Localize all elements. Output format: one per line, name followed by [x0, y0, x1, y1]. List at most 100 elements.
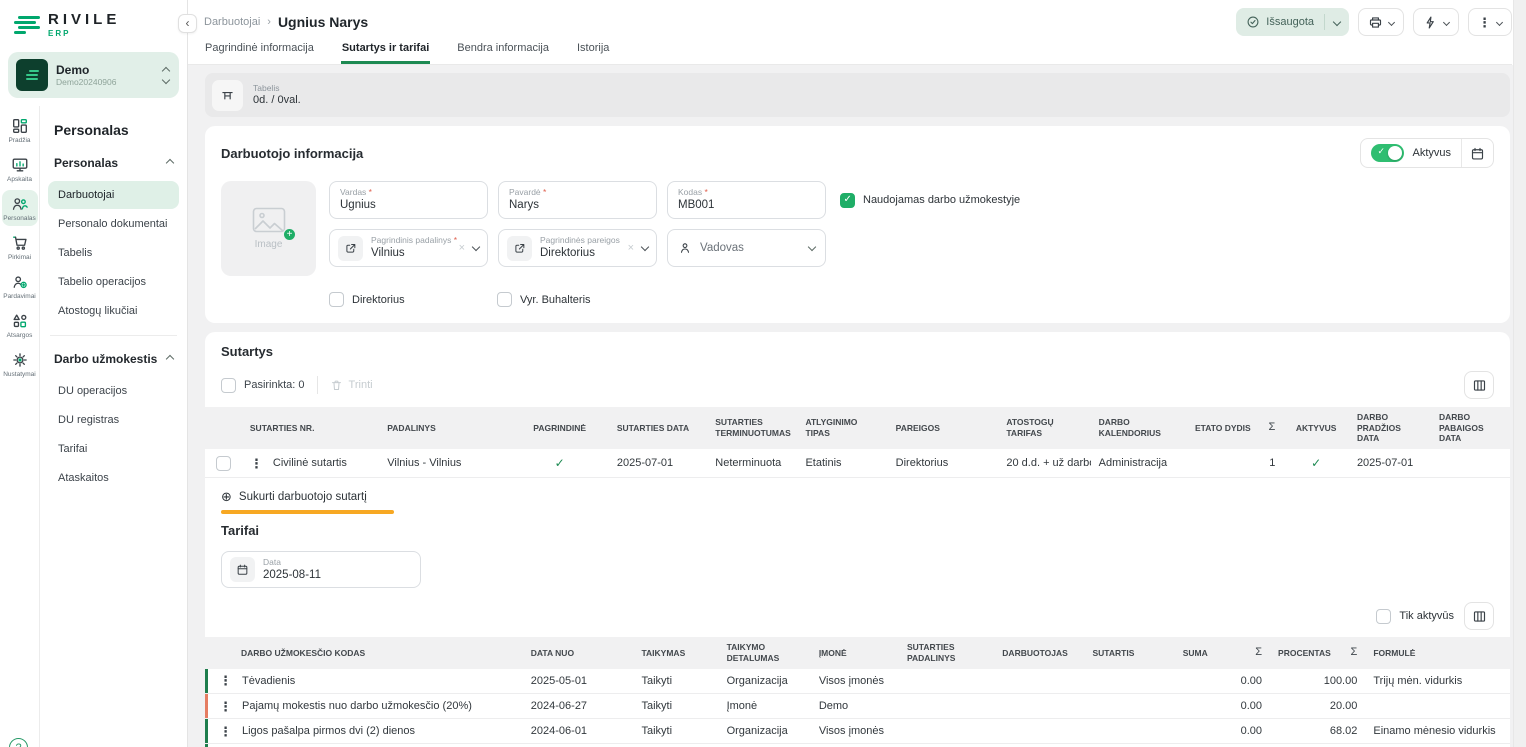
tariff-date-field[interactable]: Data 2025-08-11: [221, 551, 421, 588]
col-pareigos[interactable]: PAREIGOS: [888, 407, 999, 449]
vadovas-select[interactable]: Vadovas: [667, 229, 826, 267]
sigma-icon[interactable]: [1351, 646, 1358, 660]
col-sutarties-nr[interactable]: SUTARTIES NR.: [242, 407, 379, 449]
print-button[interactable]: [1358, 8, 1404, 36]
actions-button[interactable]: [1413, 8, 1459, 36]
col-darbo-pradzios-data[interactable]: DARBO PRADŽIOS DATA: [1349, 407, 1431, 449]
sidebar-item-atostogu-likuciai[interactable]: Atostogų likučiai: [48, 297, 179, 325]
check-icon: [555, 456, 565, 470]
col-darbo-pabaigos-data[interactable]: DARBO PABAIGOS DATA: [1431, 407, 1510, 449]
rail-item-pardavimai[interactable]: Pardavimai: [2, 268, 38, 304]
menu-section-darbo-uzmokestis[interactable]: Darbo užmokestis: [48, 348, 179, 376]
clear-icon[interactable]: [459, 242, 465, 254]
company-selector[interactable]: Demo Demo20240906: [8, 52, 179, 98]
save-options-button[interactable]: [1325, 19, 1349, 25]
sigma-icon[interactable]: [1255, 646, 1262, 660]
tariff-row[interactable]: Pajamų mokestis nuo darbo užmokesčio (20…: [205, 694, 1510, 719]
kodas-field[interactable]: Kodas MB001: [667, 181, 826, 219]
col-terminuotumas[interactable]: SUTARTIES TERMINUOTUMAS: [707, 407, 797, 449]
tariff-row[interactable]: Kasmetinės atostogos 2024-10-01 Taikyti …: [205, 744, 1510, 747]
pavarde-field[interactable]: Pavardė Narys: [498, 181, 657, 219]
rail-item-pradzia[interactable]: Pradžia: [2, 112, 38, 148]
rail-item-atsargos[interactable]: Atsargos: [2, 307, 38, 343]
pagrindinis-padalinys-field[interactable]: Pagrindinis padalinys Vilnius: [329, 229, 488, 267]
sidebar-item-personalo-dokumentai[interactable]: Personalo dokumentai: [48, 210, 179, 238]
calendar-icon[interactable]: [230, 557, 255, 582]
col-atostogu-tarifas[interactable]: ATOSTOGŲ TARIFAS: [998, 407, 1090, 449]
external-link-icon[interactable]: [338, 236, 363, 261]
sidebar-item-darbuotojai[interactable]: Darbuotojai: [48, 181, 179, 209]
col-atlyginimo-tipas[interactable]: ATLYGINIMO TIPAS: [797, 407, 887, 449]
tab-bendra-informacija[interactable]: Bendra informacija: [456, 40, 550, 64]
sidebar-item-tabelis[interactable]: Tabelis: [48, 239, 179, 267]
sidebar-collapse-button[interactable]: ‹: [178, 14, 197, 33]
row-checkbox[interactable]: [216, 456, 231, 471]
checkbox-checked-icon: [840, 193, 855, 208]
col-procentas[interactable]: PROCENTAS: [1270, 637, 1365, 668]
add-photo-icon: [283, 228, 296, 241]
history-calendar-button[interactable]: [1462, 146, 1493, 161]
row-menu-icon[interactable]: [219, 674, 232, 687]
check-circle-icon: [1246, 15, 1260, 29]
sidebar-item-du-operacijos[interactable]: DU operacijos: [48, 377, 179, 405]
tabelis-summary-bar[interactable]: Tabelis 0d. / 0val.: [205, 73, 1510, 117]
col-sutartis[interactable]: SUTARTIS: [1085, 637, 1175, 668]
only-active-checkbox[interactable]: Tik aktyvūs: [1376, 609, 1454, 624]
vardas-field[interactable]: Vardas Ugnius: [329, 181, 488, 219]
row-menu-icon[interactable]: [250, 457, 263, 470]
tab-sutartys-ir-tarifai[interactable]: Sutartys ir tarifai: [341, 40, 430, 64]
rail-item-personalas[interactable]: Personalas: [2, 190, 38, 226]
menu-section-personalas[interactable]: Personalas: [48, 152, 179, 180]
employee-photo-upload[interactable]: Image: [221, 181, 316, 276]
vyr-buhalteris-checkbox[interactable]: Vyr. Buhalteris: [497, 292, 591, 307]
col-suma[interactable]: SUMA: [1175, 637, 1270, 668]
col-aktyvus[interactable]: AKTYVUS: [1283, 407, 1349, 449]
col-imone[interactable]: ĮMONĖ: [811, 637, 899, 668]
rail-item-nustatymai[interactable]: Nustatymai: [2, 346, 38, 382]
rail-item-pirkimai[interactable]: Pirkimai: [2, 229, 38, 265]
col-taikymas[interactable]: TAIKYMAS: [633, 637, 718, 668]
tab-istorija[interactable]: Istorija: [576, 40, 610, 64]
col-formule[interactable]: FORMULĖ: [1365, 637, 1510, 668]
chevron-down-icon: [1496, 18, 1503, 25]
select-all-checkbox[interactable]: Pasirinkta: 0: [221, 378, 305, 393]
col-pagrindine[interactable]: PAGRINDINĖ: [510, 407, 608, 449]
contract-row[interactable]: Civilinė sutartis Vilnius - Vilnius 2025…: [205, 449, 1510, 478]
delete-button[interactable]: Trinti: [330, 379, 373, 392]
tab-pagrindine-informacija[interactable]: Pagrindinė informacija: [204, 40, 315, 64]
col-du-kodas[interactable]: DARBO UŽMOKESČIO KODAS: [205, 637, 523, 668]
more-button[interactable]: [1468, 8, 1512, 36]
page-scrollbar[interactable]: [1513, 0, 1526, 747]
page-header: Darbuotojai › Ugnius Narys Išsaugota: [188, 0, 1526, 65]
col-data-nuo[interactable]: DATA NUO: [523, 637, 634, 668]
col-etato-dydis[interactable]: ETATO DYDIS: [1187, 407, 1283, 449]
row-menu-icon[interactable]: [219, 725, 232, 738]
tariff-row[interactable]: Ligos pašalpa pirmos dvi (2) dienos 2024…: [205, 719, 1510, 744]
sidebar-item-tabelio-operacijos[interactable]: Tabelio operacijos: [48, 268, 179, 296]
col-darbuotojas[interactable]: DARBUOTOJAS: [994, 637, 1084, 668]
column-settings-button[interactable]: [1464, 371, 1494, 399]
direktorius-checkbox[interactable]: Direktorius: [329, 292, 497, 307]
col-sutarties-data[interactable]: SUTARTIES DATA: [609, 407, 707, 449]
tariff-row[interactable]: Tėvadienis 2025-05-01 Taikyti Organizaci…: [205, 669, 1510, 694]
col-padalinys[interactable]: PADALINYS: [379, 407, 510, 449]
create-contract-link[interactable]: Sukurti darbuotojo sutartį: [205, 489, 1510, 505]
col-darbo-kalendorius[interactable]: DARBO KALENDORIUS: [1091, 407, 1187, 449]
active-toggle[interactable]: [1371, 144, 1404, 162]
clear-icon[interactable]: [628, 242, 634, 254]
row-menu-icon[interactable]: [219, 700, 232, 713]
sidebar-item-tarifai[interactable]: Tarifai: [48, 435, 179, 463]
col-sutarties-padalinys[interactable]: SUTARTIES PADALINYS: [899, 637, 994, 668]
menu-title: Personalas: [48, 114, 179, 152]
breadcrumb-parent[interactable]: Darbuotojai: [204, 16, 260, 28]
rail-item-apskaita[interactable]: Apskaita: [2, 151, 38, 187]
payroll-checkbox[interactable]: Naudojamas darbo užmokestyje: [840, 193, 1020, 208]
column-settings-button[interactable]: [1464, 602, 1494, 630]
sidebar-item-ataskaitos[interactable]: Ataskaitos: [48, 464, 179, 492]
col-taikymo-detalumas[interactable]: TAIKYMO DETALUMAS: [719, 637, 811, 668]
sidebar-item-du-registras[interactable]: DU registras: [48, 406, 179, 434]
save-button[interactable]: Išsaugota: [1236, 8, 1349, 36]
pagrindines-pareigos-field[interactable]: Pagrindinės pareigos Direktorius: [498, 229, 657, 267]
sigma-icon[interactable]: [1269, 421, 1276, 435]
external-link-icon[interactable]: [507, 236, 532, 261]
